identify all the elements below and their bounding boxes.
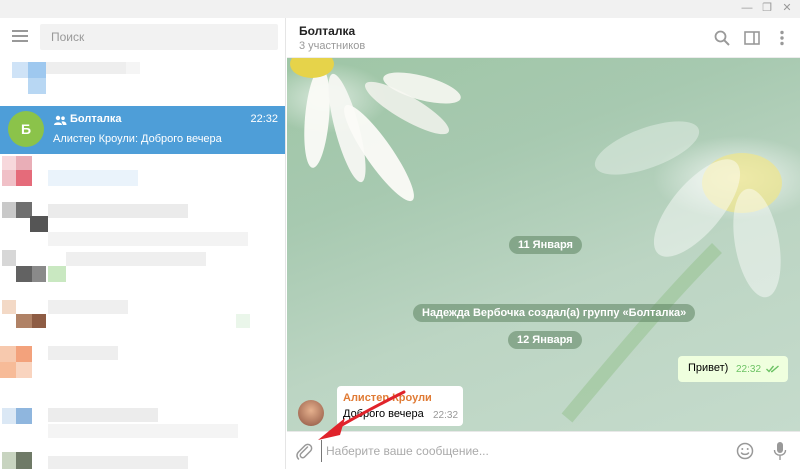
sidebar-toggle-icon[interactable] bbox=[743, 29, 761, 47]
date-separator: 11 Января bbox=[509, 236, 582, 254]
conversation-header: Болталка 3 участников bbox=[287, 18, 800, 58]
message-input[interactable] bbox=[321, 440, 721, 462]
incoming-message[interactable]: Алистер Кроули Доброго вечера 22:32 bbox=[337, 386, 463, 426]
message-time: 22:32 bbox=[433, 410, 459, 421]
message-text: Привет) bbox=[688, 362, 729, 374]
blurred-chat-item[interactable] bbox=[0, 442, 285, 469]
search-input[interactable] bbox=[40, 24, 278, 50]
window-controls: — ❐ ✕ bbox=[740, 1, 794, 15]
service-message: Надежда Вербочка создал(а) группу «Болта… bbox=[413, 304, 696, 322]
chat-name: Болталка bbox=[70, 113, 122, 125]
message-time: 22:32 bbox=[736, 364, 762, 375]
window-titlebar: — ❐ ✕ bbox=[0, 0, 800, 18]
double-check-icon bbox=[766, 365, 779, 373]
search-icon[interactable] bbox=[713, 29, 731, 47]
blurred-chat-item[interactable] bbox=[0, 154, 285, 202]
chat-time: 22:32 bbox=[250, 113, 278, 125]
chat-item-boltalka[interactable]: Б Болталка 22:32 Алистер Кроули: Доброго… bbox=[0, 106, 285, 154]
mic-icon[interactable] bbox=[773, 441, 787, 461]
blurred-chat-item[interactable] bbox=[0, 394, 285, 442]
conversation-title[interactable]: Болталка bbox=[299, 24, 355, 38]
sidebar: Б Болталка 22:32 Алистер Кроули: Доброго… bbox=[0, 18, 286, 469]
blurred-chat-item[interactable] bbox=[0, 202, 285, 250]
conversation-pane: Болталка 3 участников 11 Января Надежда … bbox=[287, 18, 800, 469]
message-author[interactable]: Алистер Кроули bbox=[343, 392, 432, 404]
blurred-chat-item[interactable] bbox=[0, 58, 285, 106]
outgoing-message[interactable]: Привет) 22:32 bbox=[678, 356, 788, 382]
more-icon[interactable] bbox=[773, 29, 791, 47]
blurred-chat-item[interactable] bbox=[0, 298, 285, 346]
close-button[interactable]: ✕ bbox=[780, 1, 794, 15]
blurred-chat-item[interactable] bbox=[0, 250, 285, 298]
participants-count[interactable]: 3 участников bbox=[299, 40, 365, 52]
group-icon bbox=[54, 115, 67, 125]
avatar[interactable] bbox=[298, 400, 324, 426]
chat-background: 11 Января Надежда Вербочка создал(а) гру… bbox=[287, 58, 800, 431]
date-separator: 12 Января bbox=[508, 331, 582, 349]
maximize-button[interactable]: ❐ bbox=[760, 1, 774, 15]
attach-icon[interactable] bbox=[295, 442, 313, 460]
sidebar-header bbox=[0, 18, 285, 58]
message-composer bbox=[287, 431, 800, 469]
avatar: Б bbox=[8, 111, 44, 147]
chat-last-message: Алистер Кроули: Доброго вечера bbox=[53, 133, 222, 145]
menu-icon[interactable] bbox=[12, 30, 28, 42]
message-text: Доброго вечера bbox=[343, 408, 424, 420]
minimize-button[interactable]: — bbox=[740, 1, 754, 15]
emoji-icon[interactable] bbox=[736, 442, 754, 460]
blurred-chat-item[interactable] bbox=[0, 346, 285, 394]
